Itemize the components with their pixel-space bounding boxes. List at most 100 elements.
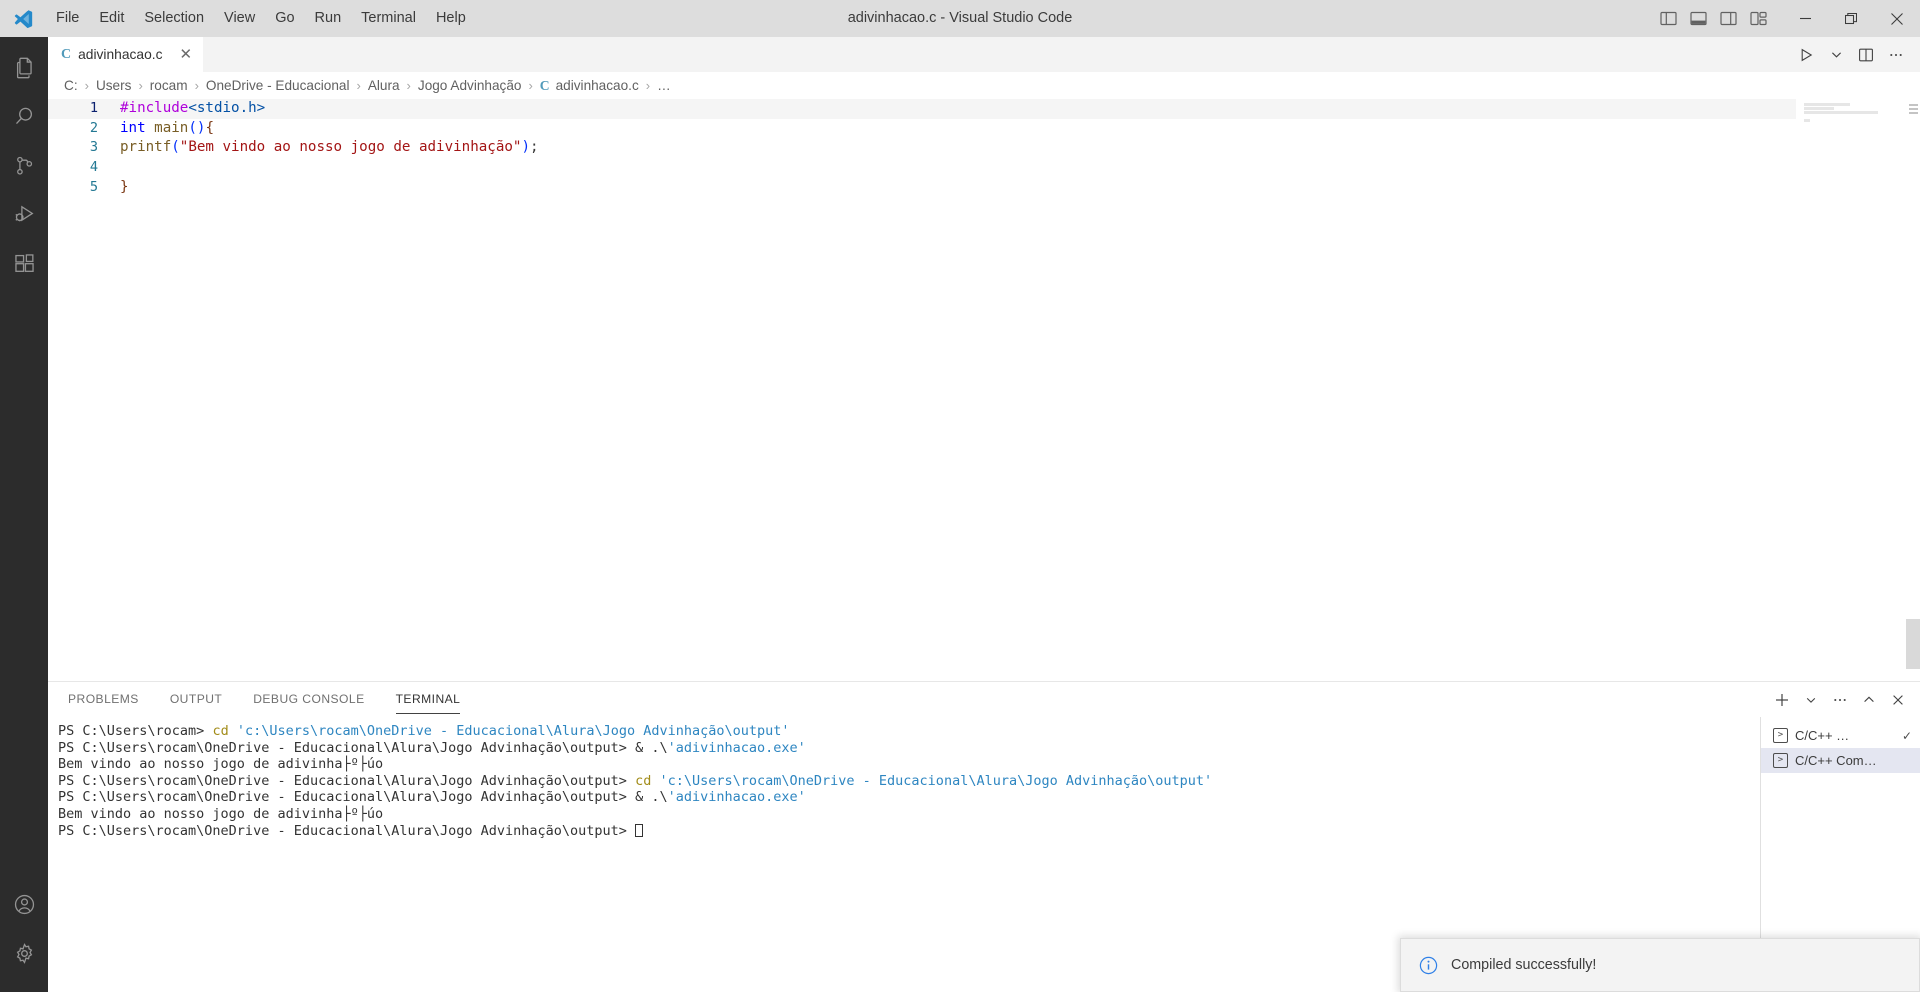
editor-group: C adivinhacao.c ✕ C: › Users › rocam › O…: [48, 37, 1920, 681]
code-line-content: printf("Bem vindo ao nosso jogo de adivi…: [120, 138, 539, 158]
new-terminal-button[interactable]: [1768, 686, 1796, 714]
code-editor[interactable]: 1 #include<stdio.h> 2 int main(){3 printf("B…: [48, 99, 1920, 681]
code-token: printf: [120, 139, 172, 156]
maximize-panel-chevron-up-icon[interactable]: [1855, 686, 1883, 714]
code-line-content: int main(){: [120, 119, 214, 139]
customize-layout-icon[interactable]: [1748, 9, 1768, 29]
tab-debug-console[interactable]: DEBUG CONSOLE: [253, 682, 364, 717]
terminal-segment: &: [635, 739, 652, 756]
chevron-down-icon[interactable]: [1822, 41, 1850, 69]
breadcrumb-item-4[interactable]: Alura: [366, 78, 402, 93]
code-line-content: }: [120, 178, 129, 198]
terminal-segment: 'adivinhacao.exe': [667, 789, 806, 806]
terminal-line: PS C:\Users\rocam\OneDrive - Educacional…: [58, 773, 1428, 790]
tab-terminal[interactable]: TERMINAL: [395, 682, 461, 717]
breadcrumb-item-5[interactable]: Jogo Advinhação: [416, 78, 524, 93]
terminal-profile-chevron-down-icon[interactable]: [1797, 686, 1825, 714]
code-lines: 1 #include<stdio.h> 2 int main(){3 printf("B…: [48, 99, 1920, 197]
notification-message: Compiled successfully!: [1451, 957, 1597, 973]
tab-problems[interactable]: PROBLEMS: [68, 682, 139, 717]
close-icon[interactable]: ✕: [180, 47, 193, 62]
activity-bar-top: [0, 37, 48, 288]
terminal-list-item-1[interactable]: > C/C++ Com…: [1761, 748, 1920, 773]
code-token: #include: [120, 100, 189, 116]
chevron-right-icon: ›: [138, 78, 143, 93]
code-token: (): [188, 119, 206, 136]
tab-output[interactable]: OUTPUT: [170, 682, 222, 717]
maximize-button[interactable]: [1828, 0, 1874, 37]
breadcrumb-item-1[interactable]: Users: [94, 78, 134, 93]
breadcrumb-item-3[interactable]: OneDrive - Educacional: [204, 78, 352, 93]
info-icon: [1419, 956, 1438, 975]
minimap[interactable]: [1796, 99, 1920, 681]
terminal-lines: PS C:\Users\rocam> cd 'c:\Users\rocam\On…: [58, 723, 1428, 839]
terminal-list-item-0[interactable]: > C/C++ … ✓: [1761, 723, 1920, 748]
breadcrumb-item-0[interactable]: C:: [62, 78, 80, 93]
run-code-button[interactable]: [1792, 41, 1820, 69]
sidebar-item-extensions[interactable]: [0, 239, 48, 288]
panel-more-actions-button[interactable]: [1826, 686, 1854, 714]
breadcrumb-item-symbols[interactable]: …: [655, 78, 673, 93]
terminal-segment: 'c:\Users\rocam\OneDrive - Educacional\A…: [659, 772, 1213, 789]
manage-settings-gear-icon[interactable]: [0, 929, 48, 978]
menu-go[interactable]: Go: [265, 0, 304, 37]
sidebar-item-run-and-debug[interactable]: [0, 190, 48, 239]
minimize-button[interactable]: [1782, 0, 1828, 37]
terminal-list-item-label: C/C++ …: [1795, 728, 1850, 743]
menu-terminal[interactable]: Terminal: [351, 0, 426, 37]
code-line-content: #include<stdio.h>: [120, 99, 265, 119]
c-file-icon: C: [61, 46, 72, 62]
sidebar-item-explorer[interactable]: [0, 43, 48, 92]
terminal-output[interactable]: PS C:\Users\rocam> cd 'c:\Users\rocam\On…: [48, 717, 1428, 992]
toggle-primary-sidebar-icon[interactable]: [1658, 9, 1678, 29]
split-editor-right-button[interactable]: [1852, 41, 1880, 69]
terminal-line: Bem vindo ao nosso jogo de adivinha├º├úo: [58, 756, 1428, 773]
notification-toast[interactable]: Compiled successfully!: [1400, 938, 1920, 992]
code-line[interactable]: 3 printf("Bem vindo ao nosso jogo de adiv…: [48, 138, 1920, 158]
close-button[interactable]: [1874, 0, 1920, 37]
terminal-icon: >: [1773, 753, 1788, 768]
editor-tab-actions: [1792, 37, 1920, 72]
minimap-slider[interactable]: [1906, 99, 1920, 681]
panel-tab-bar: PROBLEMS OUTPUT DEBUG CONSOLE TERMINAL: [48, 682, 1920, 717]
terminal-segment: PS C:\Users\rocam\OneDrive - Educacional…: [58, 822, 636, 839]
code-line[interactable]: 4: [48, 158, 1920, 178]
terminal-segment: PS C:\Users\rocam\OneDrive - Educacional…: [58, 772, 636, 789]
menu-help[interactable]: Help: [426, 0, 476, 37]
code-token: "Bem vindo ao nosso jogo de adivinhação": [179, 139, 522, 156]
menu-bar: File Edit Selection View Go Run Terminal…: [46, 0, 476, 37]
sidebar-item-search[interactable]: [0, 92, 48, 141]
toggle-secondary-sidebar-icon[interactable]: [1718, 9, 1738, 29]
vscode-window: File Edit Selection View Go Run Terminal…: [0, 0, 1920, 992]
accounts-icon[interactable]: [0, 880, 48, 929]
menu-file[interactable]: File: [46, 0, 89, 37]
terminal-icon: >: [1773, 728, 1788, 743]
terminal-line: PS C:\Users\rocam\OneDrive - Educacional…: [58, 740, 1428, 757]
code-token: }: [120, 178, 129, 195]
menu-run[interactable]: Run: [305, 0, 352, 37]
terminal-segment: 'c:\Users\rocam\OneDrive - Educacional\A…: [236, 723, 790, 739]
breadcrumb-item-file[interactable]: C adivinhacao.c: [538, 78, 641, 94]
terminal-list-item-label: C/C++ Com…: [1795, 753, 1877, 768]
editor-vertical-scrollbar[interactable]: [1906, 619, 1920, 669]
close-panel-icon[interactable]: [1884, 686, 1912, 714]
menu-selection[interactable]: Selection: [134, 0, 214, 37]
code-line[interactable]: 2 int main(){: [48, 119, 1920, 139]
code-line[interactable]: 5}: [48, 178, 1920, 198]
toggle-panel-icon[interactable]: [1688, 9, 1708, 29]
breadcrumb-item-2[interactable]: rocam: [148, 78, 190, 93]
terminal-segment: .\: [651, 739, 668, 756]
terminal-line: PS C:\Users\rocam\OneDrive - Educacional…: [58, 789, 1428, 806]
code-line[interactable]: 1 #include<stdio.h>: [48, 99, 1920, 119]
sidebar-item-source-control[interactable]: [0, 141, 48, 190]
code-token: ): [521, 139, 531, 156]
terminal-segment: cd: [635, 772, 660, 789]
more-editor-actions-button[interactable]: [1882, 41, 1910, 69]
code-token: (: [171, 139, 180, 156]
terminal-segment: PS C:\Users\rocam\OneDrive - Educacional…: [58, 789, 636, 806]
editor-tab-adivinhacao-c[interactable]: C adivinhacao.c ✕: [48, 37, 205, 72]
menu-edit[interactable]: Edit: [89, 0, 134, 37]
line-number: 2: [89, 119, 98, 136]
menu-view[interactable]: View: [214, 0, 265, 37]
